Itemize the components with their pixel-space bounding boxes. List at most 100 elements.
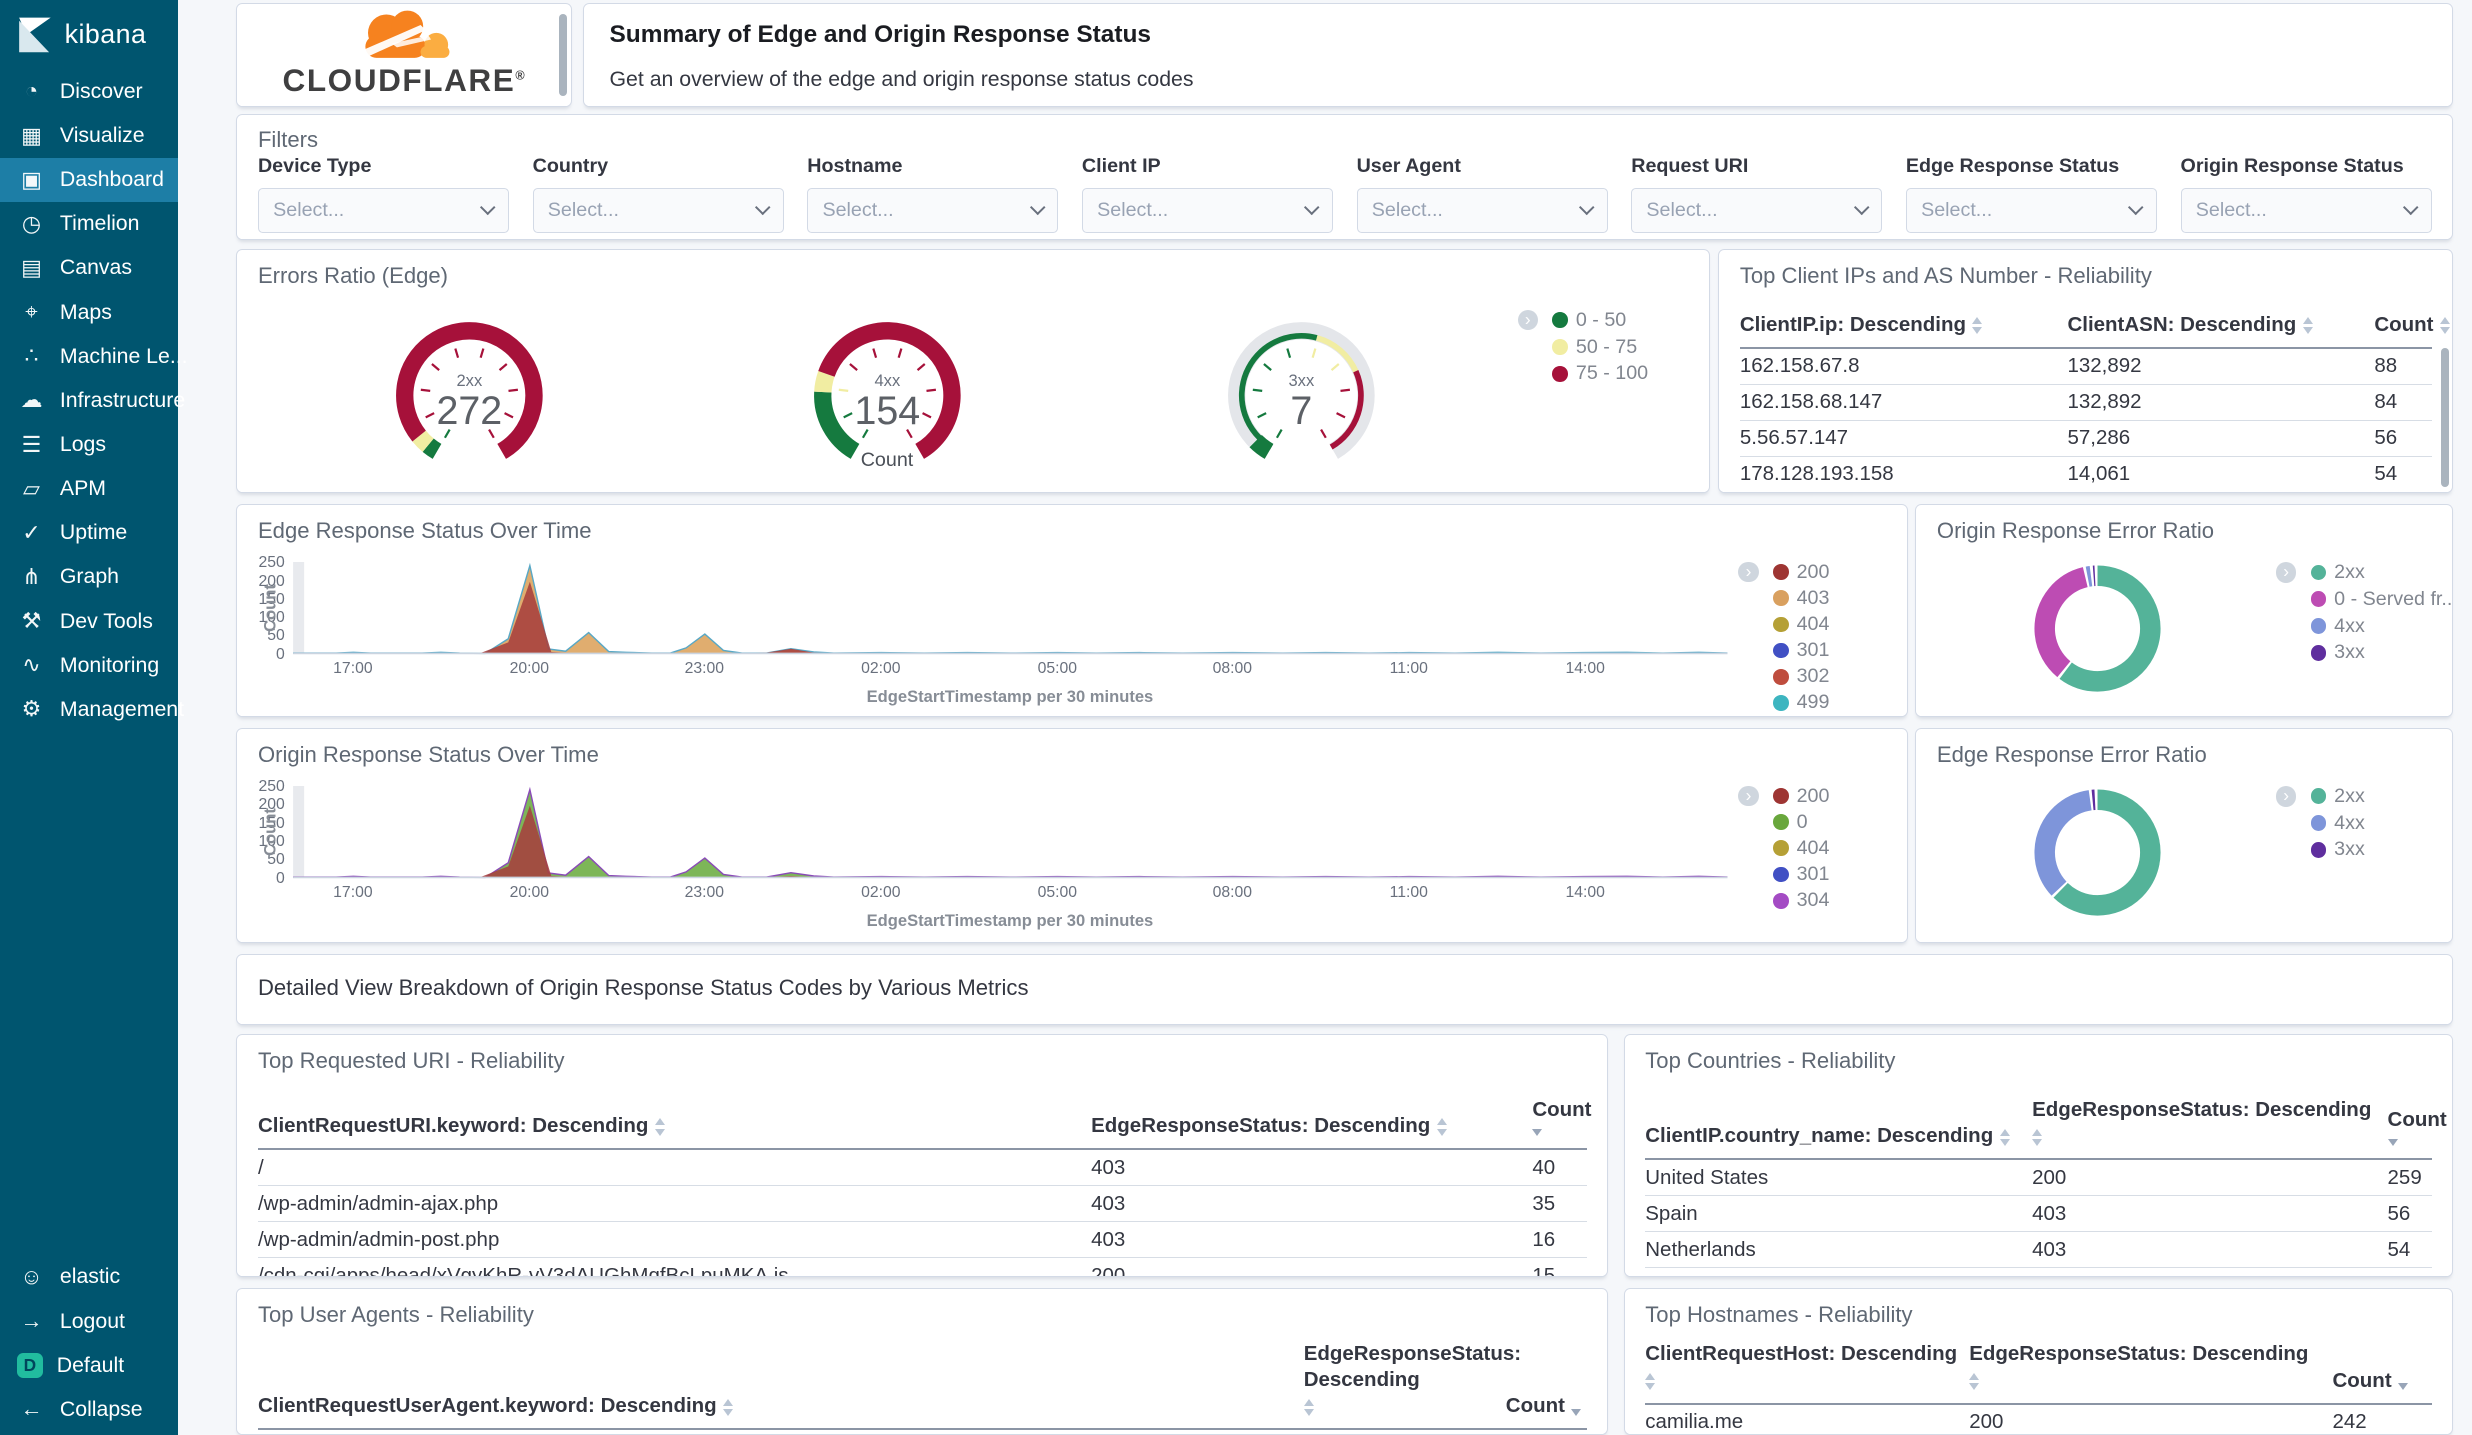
panel-title: Filters xyxy=(258,127,318,153)
x-axis-tick: 17:00 xyxy=(325,660,382,678)
legend-item-3xx[interactable]: 3xx xyxy=(2276,837,2365,864)
sidebar-item-elastic[interactable]: ☺ elastic xyxy=(0,1255,178,1299)
legend-item-4xx[interactable]: 4xx xyxy=(2276,613,2453,640)
sidebar-item-label: elastic xyxy=(60,1264,120,1289)
filter-select-device-type[interactable]: Select... xyxy=(258,188,509,233)
gauge-3xx: 3xx7 xyxy=(1191,304,1412,477)
sort-icon xyxy=(1304,1399,1314,1416)
sidebar-item-graph[interactable]: ⋔Graph xyxy=(0,555,178,599)
legend-expand-icon[interactable]: › xyxy=(1518,310,1538,330)
select-placeholder: Select... xyxy=(548,199,619,222)
legend-expand-icon[interactable]: › xyxy=(2276,786,2296,806)
column-header-clientip-ip-descending[interactable]: ClientIP.ip: Descending xyxy=(1740,312,2058,338)
legend-item-4xx[interactable]: 4xx xyxy=(2276,810,2365,837)
dashboard-icon: ▣ xyxy=(17,167,45,193)
legend-item-403[interactable]: 403 xyxy=(1738,585,1829,611)
sidebar-item-dashboard[interactable]: ▣Dashboard xyxy=(0,158,178,202)
column-header-clientrequesthost-descending[interactable]: ClientRequestHost: Descending xyxy=(1645,1341,1960,1393)
legend-item-2xx[interactable]: ›2xx xyxy=(2276,783,2365,810)
table-cell: 132,892 xyxy=(2067,390,2364,414)
panel-title: Origin Response Status Over Time xyxy=(258,742,599,768)
legend-item-0[interactable]: 0 xyxy=(1738,809,1829,835)
legend-item-75-100[interactable]: 75 - 100 xyxy=(1518,360,1649,387)
column-header-edgeresponsestatus-descending[interactable]: EdgeResponseStatus: Descending xyxy=(1091,1113,1523,1139)
sidebar-item-infrastructure[interactable]: ☁Infrastructure xyxy=(0,378,178,422)
column-header-clientrequestuseragent-keyword-descending[interactable]: ClientRequestUserAgent.keyword: Descendi… xyxy=(258,1393,1294,1419)
legend-item-200[interactable]: ›200 xyxy=(1738,783,1829,809)
legend-color-dot xyxy=(1773,814,1789,830)
legend-expand-icon[interactable]: › xyxy=(2276,562,2296,582)
table-cell: Spain xyxy=(1645,1202,2022,1226)
sidebar-item-discover[interactable]: ◔Discover xyxy=(0,69,178,113)
legend-item-301[interactable]: 301 xyxy=(1738,638,1829,664)
legend-item-404[interactable]: 404 xyxy=(1738,611,1829,637)
x-axis-tick: 02:00 xyxy=(852,660,909,678)
chart-legend: ›2xx4xx3xx xyxy=(2276,783,2365,863)
sidebar-item-logs[interactable]: ☰Logs xyxy=(0,422,178,466)
sidebar-item-default[interactable]: DDefault xyxy=(0,1343,178,1387)
table-cell: 200 xyxy=(1969,1410,2323,1434)
sidebar-item-machine-le[interactable]: ∴Machine Le... xyxy=(0,334,178,378)
table-cell: 88 xyxy=(2374,354,2450,378)
legend-item-404[interactable]: 404 xyxy=(1738,835,1829,861)
gauge-4xx: 4xx154 xyxy=(777,304,998,477)
legend-item-3xx[interactable]: 3xx xyxy=(2276,639,2453,666)
panel-scrollbar[interactable] xyxy=(559,14,567,96)
legend-item-0-50[interactable]: ›0 - 50 xyxy=(1518,307,1649,334)
sidebar-item-dev-tools[interactable]: ⚒Dev Tools xyxy=(0,599,178,643)
column-header-edgeresponsestatus-descending[interactable]: EdgeResponseStatus: Descending xyxy=(1304,1341,1497,1419)
column-header-edgeresponsestatus-descending[interactable]: EdgeResponseStatus: Descending xyxy=(2032,1097,2378,1149)
svg-text:3xx: 3xx xyxy=(1289,371,1315,390)
sidebar-item-label: Machine Le... xyxy=(60,344,188,369)
legend-expand-icon[interactable]: › xyxy=(1738,786,1758,806)
legend-color-dot xyxy=(1773,867,1789,883)
sidebar-item-timelion[interactable]: ◷Timelion xyxy=(0,202,178,246)
kibana-logo[interactable]: kibana xyxy=(0,0,178,69)
legend-item-302[interactable]: 302 xyxy=(1738,664,1829,690)
filter-select-edge-response-status[interactable]: Select... xyxy=(1906,188,2157,233)
sidebar-item-canvas[interactable]: ▤Canvas xyxy=(0,246,178,290)
legend-color-dot xyxy=(2311,618,2327,634)
sort-icon xyxy=(2032,1129,2042,1146)
column-header-clientip-country-name-descending[interactable]: ClientIP.country_name: Descending xyxy=(1645,1123,2022,1149)
legend-item-301[interactable]: 301 xyxy=(1738,861,1829,887)
sidebar-item-visualize[interactable]: ▦Visualize xyxy=(0,113,178,157)
x-axis-tick: 02:00 xyxy=(852,884,909,902)
column-header-count[interactable]: Count xyxy=(1532,1097,1605,1139)
legend-item-200[interactable]: ›200 xyxy=(1738,559,1829,585)
column-header-count[interactable]: Count xyxy=(1506,1393,1606,1419)
filter-select-request-uri[interactable]: Select... xyxy=(1631,188,1882,233)
filter-select-hostname[interactable]: Select... xyxy=(807,188,1058,233)
sidebar-item-apm[interactable]: ▱APM xyxy=(0,467,178,511)
user-avatar-icon: ☺ xyxy=(17,1264,45,1290)
column-header-count[interactable]: Count xyxy=(2374,312,2450,338)
column-header-edgeresponsestatus-descending[interactable]: EdgeResponseStatus: Descending xyxy=(1969,1341,2323,1393)
legend-item-2xx[interactable]: ›2xx xyxy=(2276,559,2453,586)
filter-select-client-ip[interactable]: Select... xyxy=(1082,188,1333,233)
sort-icon xyxy=(2303,317,2313,334)
sidebar-item-logout[interactable]: →Logout xyxy=(0,1299,178,1343)
filter-select-country[interactable]: Select... xyxy=(533,188,784,233)
filter-select-user-agent[interactable]: Select... xyxy=(1357,188,1608,233)
sidebar-item-management[interactable]: ⚙Management xyxy=(0,687,178,731)
legend-color-dot xyxy=(1773,617,1789,633)
legend-item-499[interactable]: 499 xyxy=(1738,690,1829,716)
sidebar-item-uptime[interactable]: ✓Uptime xyxy=(0,511,178,555)
column-header-clientrequesturi-keyword-descending[interactable]: ClientRequestURI.keyword: Descending xyxy=(258,1113,1082,1139)
legend-item-50-75[interactable]: 50 - 75 xyxy=(1518,334,1649,361)
sidebar-item-collapse[interactable]: ←Collapse xyxy=(0,1387,178,1431)
chevron-down-icon xyxy=(2403,200,2419,216)
legend-item-0-served-fr[interactable]: 0 - Served fr... xyxy=(2276,586,2453,613)
filter-select-origin-response-status[interactable]: Select... xyxy=(2181,188,2432,233)
sidebar-item-monitoring[interactable]: ∿Monitoring xyxy=(0,643,178,687)
filter-label: Device Type xyxy=(258,155,509,178)
legend-expand-icon[interactable]: › xyxy=(1738,562,1758,582)
filters-panel: Filters Device TypeSelect...CountrySelec… xyxy=(236,114,2453,240)
column-header-count[interactable]: Count xyxy=(2388,1107,2451,1149)
data-table: ClientRequestHost: DescendingEdgeRespons… xyxy=(1645,1336,2431,1434)
column-header-clientasn-descending[interactable]: ClientASN: Descending xyxy=(2067,312,2364,338)
management-gear-icon: ⚙ xyxy=(17,696,45,722)
legend-item-304[interactable]: 304 xyxy=(1738,888,1829,914)
column-header-count[interactable]: Count xyxy=(2332,1368,2450,1394)
sidebar-item-maps[interactable]: ⌖Maps xyxy=(0,290,178,334)
